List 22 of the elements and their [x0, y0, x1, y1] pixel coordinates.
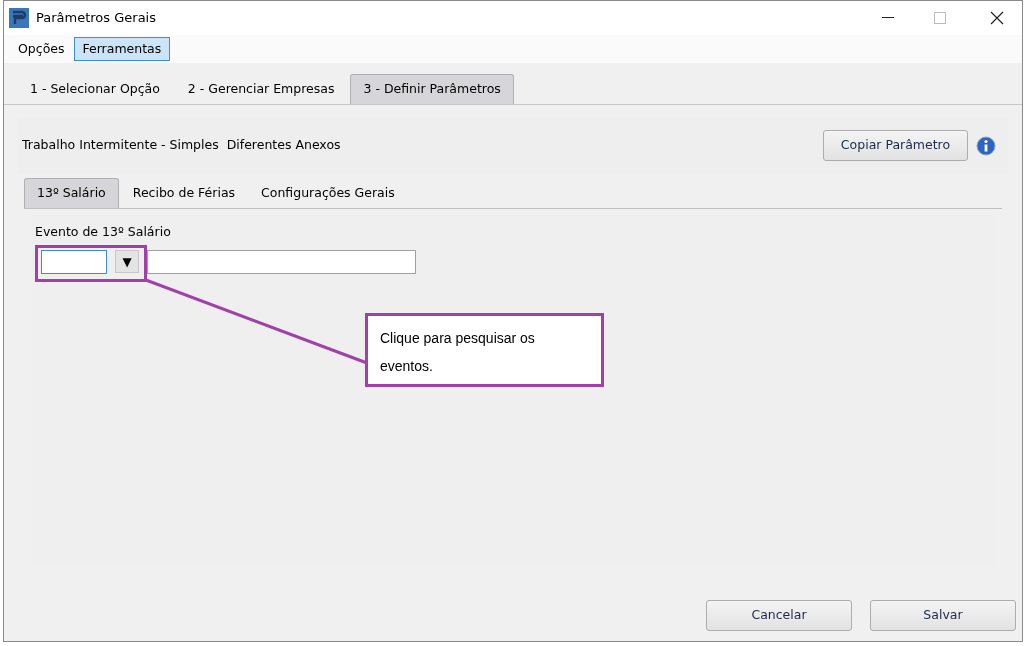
step-tab[interactable]: 2 - Gerenciar Empresas	[175, 74, 347, 104]
info-icon[interactable]	[976, 135, 996, 156]
step-tab[interactable]: 1 - Selecionar Opção	[18, 74, 172, 104]
section-title: Trabalho Intermitente - Simples Diferentes Anexos	[22, 136, 341, 155]
app-logo-icon	[9, 8, 29, 28]
tab[interactable]: 13º Salário	[24, 178, 119, 208]
tab[interactable]: Configurações Gerais	[249, 178, 407, 208]
menu-item[interactable]: Opções	[15, 37, 68, 61]
minimize-icon[interactable]	[882, 17, 894, 19]
field-label: Evento de 13º Salário	[35, 223, 172, 241]
event-code-field[interactable]	[41, 249, 107, 274]
menu-item[interactable]: Ferramentas	[73, 37, 171, 61]
close-icon[interactable]	[990, 11, 1004, 25]
dropdown-button[interactable]: ▼	[115, 250, 139, 274]
tab[interactable]: Recibo de Férias	[120, 178, 248, 208]
callout-text: Clique para pesquisar os eventos.	[380, 329, 536, 376]
dialog-button[interactable]: Salvar	[870, 600, 1016, 631]
step-tab[interactable]: 3 - Definir Parâmetros	[350, 74, 514, 104]
dialog-button[interactable]: Cancelar	[706, 600, 852, 631]
window-title: Parâmetros Gerais	[36, 9, 156, 28]
copy-parameter-button[interactable]: Copiar Parâmetro	[823, 130, 968, 161]
event-name-field[interactable]	[147, 249, 416, 274]
